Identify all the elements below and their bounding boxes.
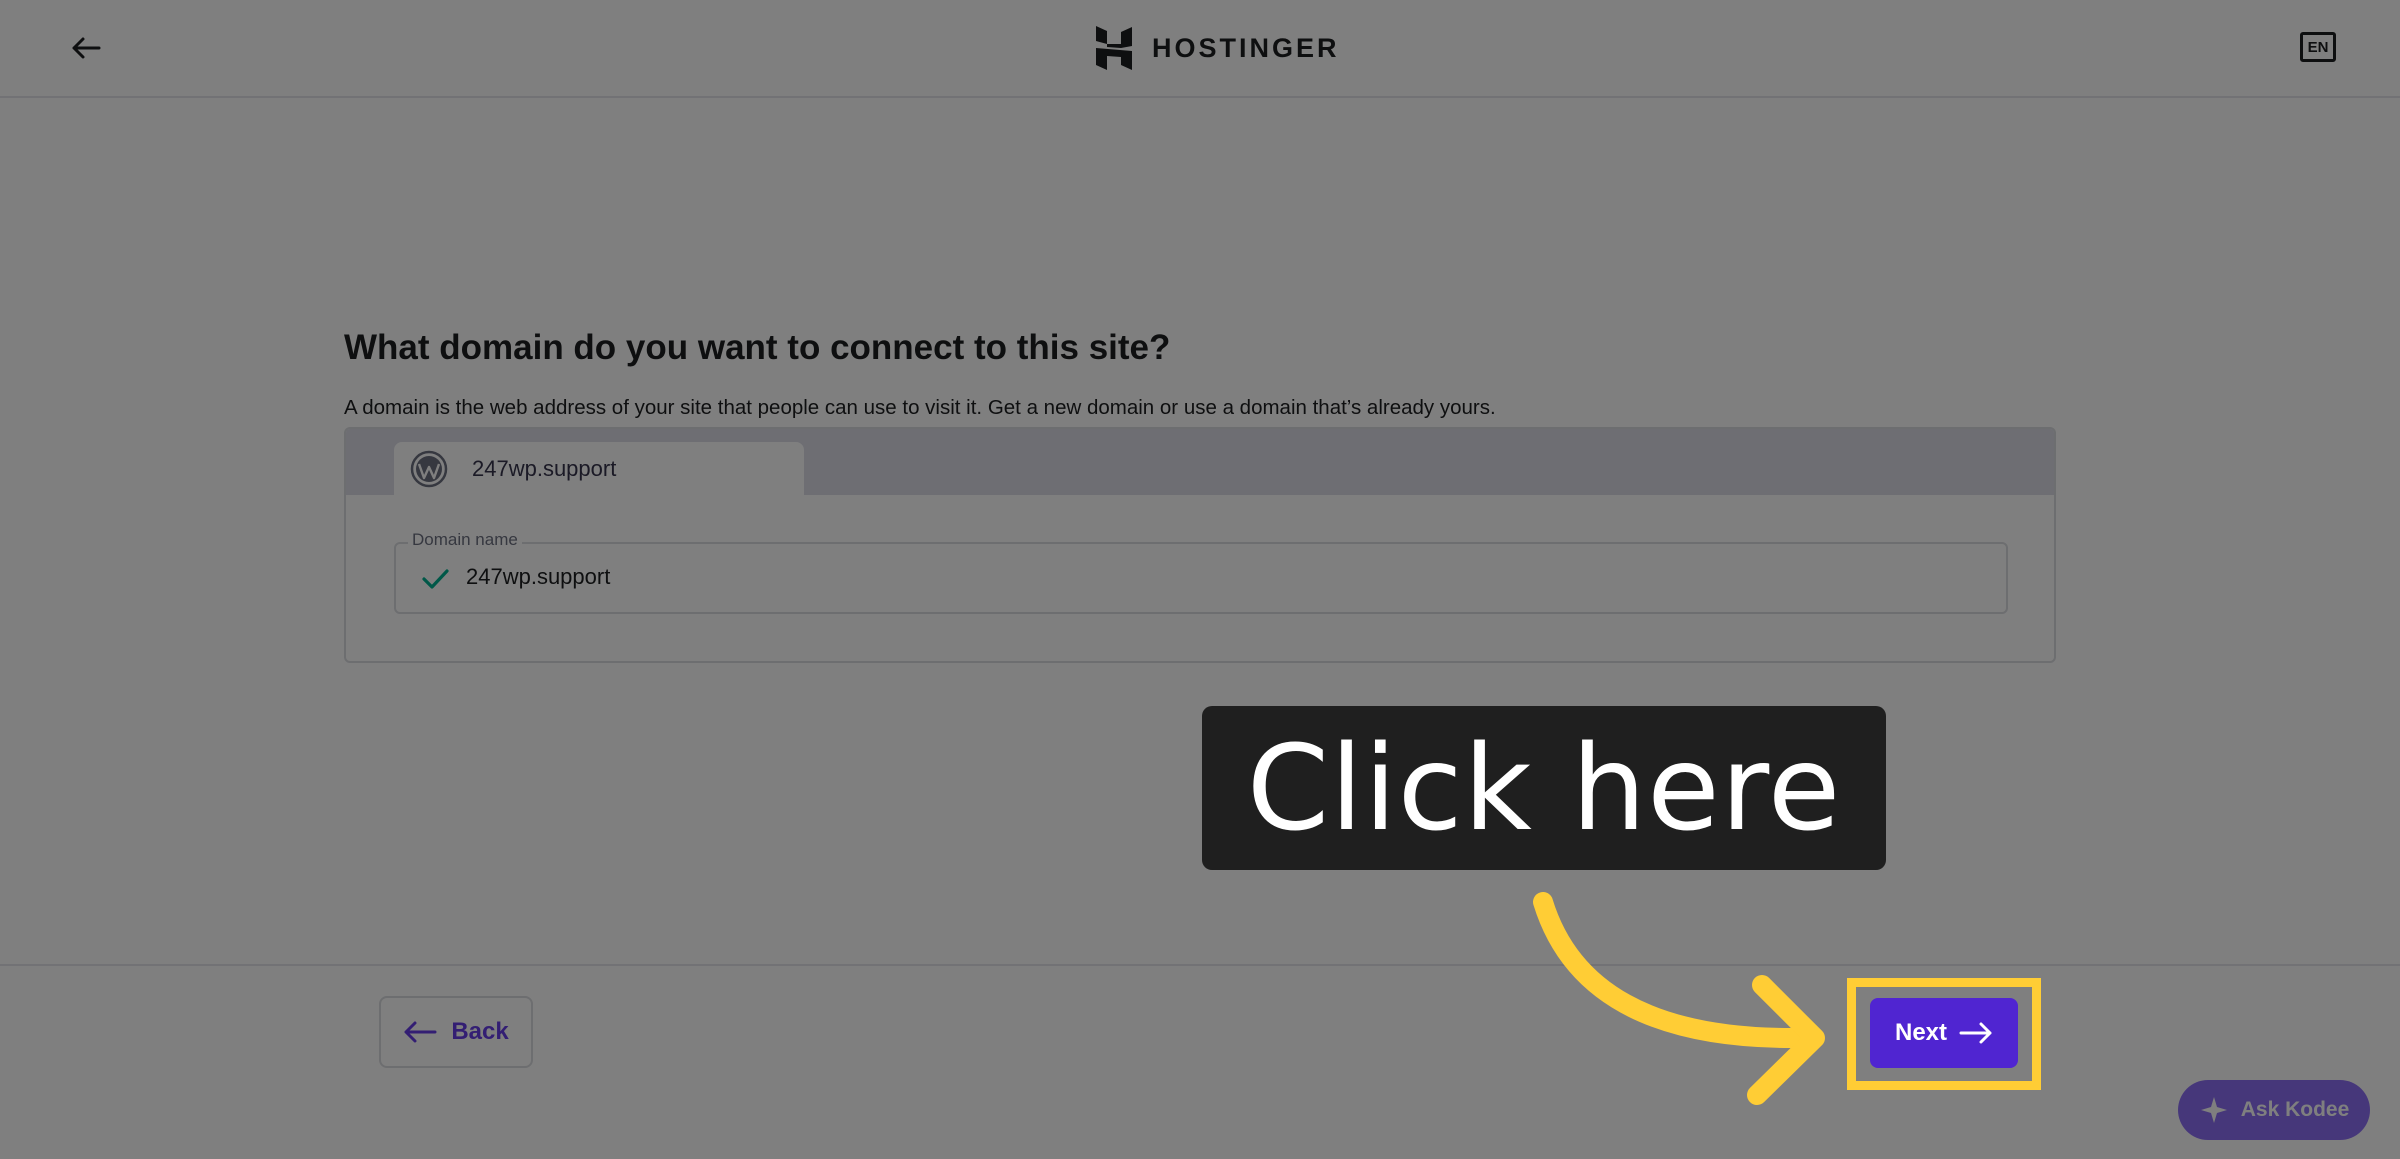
tab-existing-domain[interactable]: 247wp.support bbox=[394, 442, 804, 495]
domain-name-field[interactable]: Domain name 247wp.support bbox=[394, 530, 2008, 614]
ask-kodee-button[interactable]: Ask Kodee bbox=[2178, 1080, 2370, 1140]
back-button-label: Back bbox=[451, 1018, 509, 1045]
page-subtitle: A domain is the web address of your site… bbox=[344, 396, 1496, 419]
domain-name-value: 247wp.support bbox=[466, 564, 611, 589]
back-arrow-icon[interactable] bbox=[66, 30, 106, 66]
check-icon bbox=[422, 569, 449, 589]
back-button[interactable]: Back bbox=[379, 996, 533, 1068]
hostinger-mark-icon bbox=[1096, 26, 1132, 70]
domain-card: 247wp.support Domain name 247wp.support bbox=[344, 427, 2056, 663]
next-button[interactable]: Next bbox=[1870, 998, 2018, 1068]
domain-name-label: Domain name bbox=[408, 530, 522, 550]
callout-text: Click here bbox=[1246, 719, 1842, 857]
arrow-left-icon bbox=[404, 1021, 437, 1043]
arrow-right-icon bbox=[1959, 1022, 1992, 1044]
wordpress-icon bbox=[410, 450, 448, 487]
ask-kodee-label: Ask Kodee bbox=[2240, 1098, 2350, 1121]
kodee-sparkle-icon bbox=[2200, 1097, 2227, 1123]
footer-divider bbox=[0, 964, 2400, 966]
top-bar: HOSTINGER EN bbox=[0, 0, 2400, 98]
tab-label: 247wp.support bbox=[472, 455, 617, 481]
language-selector[interactable]: EN bbox=[2300, 32, 2336, 62]
click-here-callout: Click here bbox=[1202, 706, 1886, 870]
next-button-label: Next bbox=[1894, 1019, 1948, 1046]
brand-name: HOSTINGER bbox=[1152, 32, 1340, 63]
page-title: What domain do you want to connect to th… bbox=[344, 328, 1171, 367]
domain-tab-strip: 247wp.support bbox=[346, 429, 2054, 495]
hostinger-logo: HOSTINGER bbox=[1094, 24, 1340, 72]
